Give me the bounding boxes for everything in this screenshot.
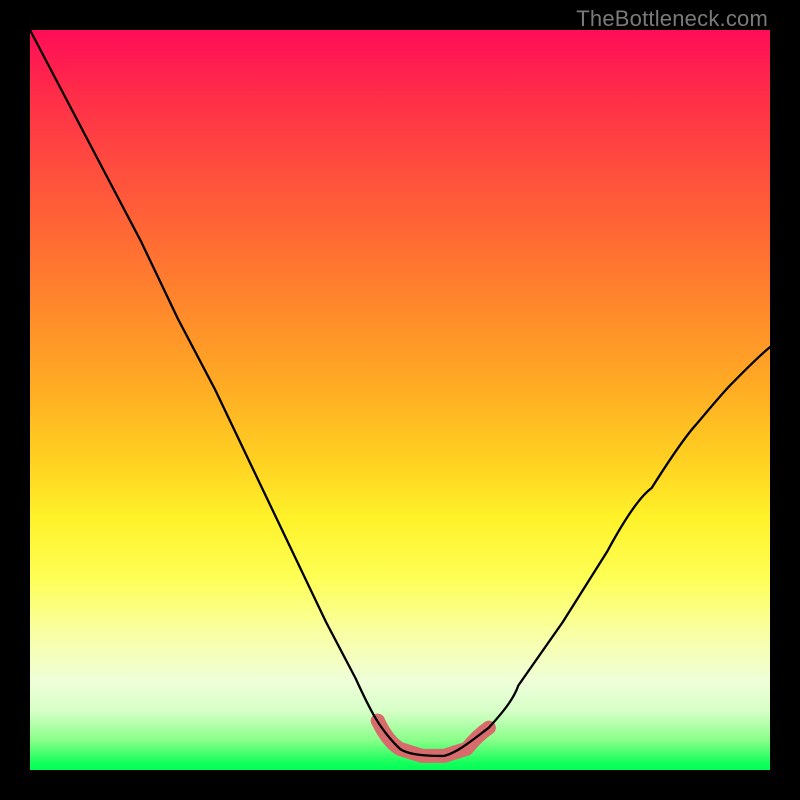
bottleneck-curve xyxy=(30,30,770,756)
chart-frame: TheBottleneck.com xyxy=(0,0,800,800)
valley-highlight xyxy=(378,721,489,756)
plot-area xyxy=(30,30,770,770)
watermark-text: TheBottleneck.com xyxy=(576,6,768,32)
curve-svg xyxy=(30,30,770,770)
